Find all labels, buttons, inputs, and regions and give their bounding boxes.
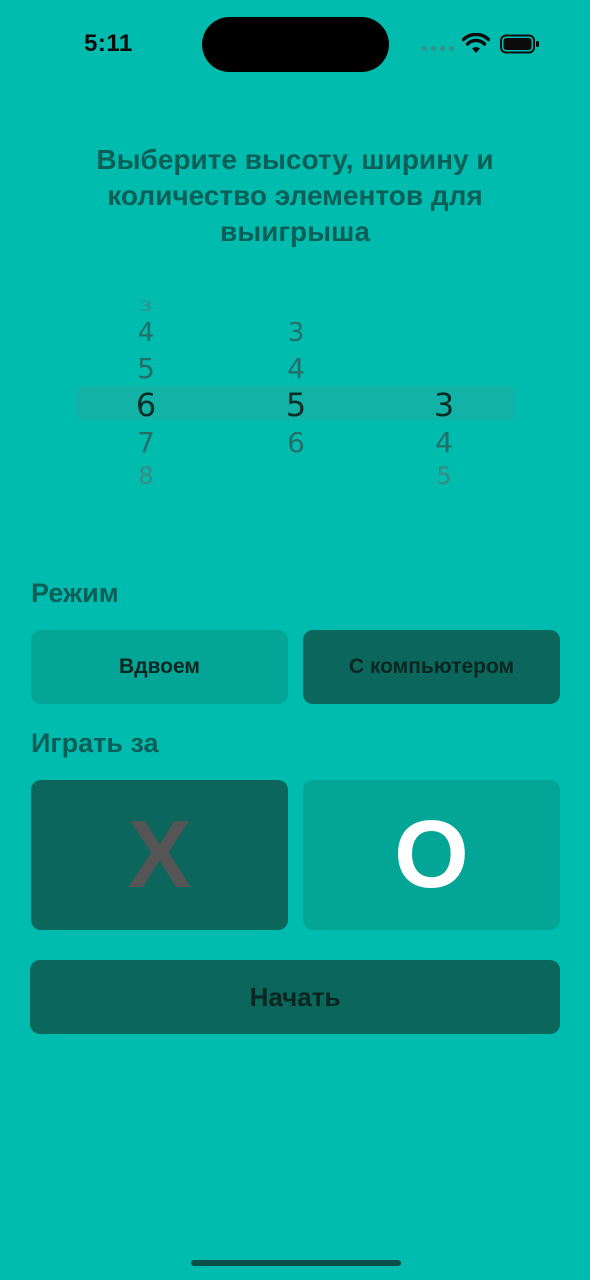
page-title: Выберите высоту, ширину и количество эле… bbox=[96, 144, 494, 247]
picker-value[interactable]: 8 bbox=[76, 462, 216, 490]
picker-value-selected[interactable]: 3 bbox=[374, 386, 514, 424]
picker-column-height[interactable]: 3 4 5 6 7 8 bbox=[76, 290, 216, 490]
picker-column-width[interactable]: 3 4 5 6 bbox=[226, 290, 366, 490]
play-as-o-button[interactable]: O bbox=[303, 780, 560, 930]
picker-value[interactable]: 3 bbox=[226, 318, 366, 348]
picker-value[interactable]: 4 bbox=[374, 426, 514, 459]
picker-value[interactable]: 7 bbox=[76, 426, 216, 459]
picker-value[interactable]: 6 bbox=[226, 426, 366, 459]
mode-vs-computer-button[interactable]: С компьютером bbox=[303, 630, 560, 704]
dynamic-island bbox=[202, 17, 389, 72]
mode-two-players-button[interactable]: Вдвоем bbox=[31, 630, 288, 704]
wifi-icon bbox=[462, 33, 490, 53]
picker-value[interactable]: 3 bbox=[76, 298, 216, 315]
picker-value[interactable]: 4 bbox=[76, 318, 216, 348]
play-as-section-label: Играть за bbox=[31, 728, 159, 758]
home-indicator[interactable] bbox=[191, 1260, 401, 1266]
cellular-signal-icon bbox=[422, 46, 454, 52]
picker-value-selected[interactable]: 5 bbox=[226, 386, 366, 424]
status-time: 5:11 bbox=[84, 30, 133, 57]
picker-column-win-count[interactable]: 3 4 5 bbox=[374, 290, 514, 490]
picker-value[interactable]: 4 bbox=[226, 352, 366, 385]
mode-section-label: Режим bbox=[31, 578, 119, 608]
battery-icon bbox=[500, 34, 539, 54]
start-button[interactable]: Начать bbox=[30, 960, 560, 1034]
play-as-x-button[interactable]: X bbox=[31, 780, 288, 930]
board-size-picker[interactable]: 3 4 5 6 7 8 3 4 5 6 3 4 5 bbox=[76, 290, 516, 490]
picker-value[interactable]: 5 bbox=[76, 352, 216, 385]
status-bar: 5:11 bbox=[0, 0, 590, 90]
picker-value-selected[interactable]: 6 bbox=[76, 386, 216, 424]
picker-value[interactable]: 5 bbox=[374, 462, 514, 490]
